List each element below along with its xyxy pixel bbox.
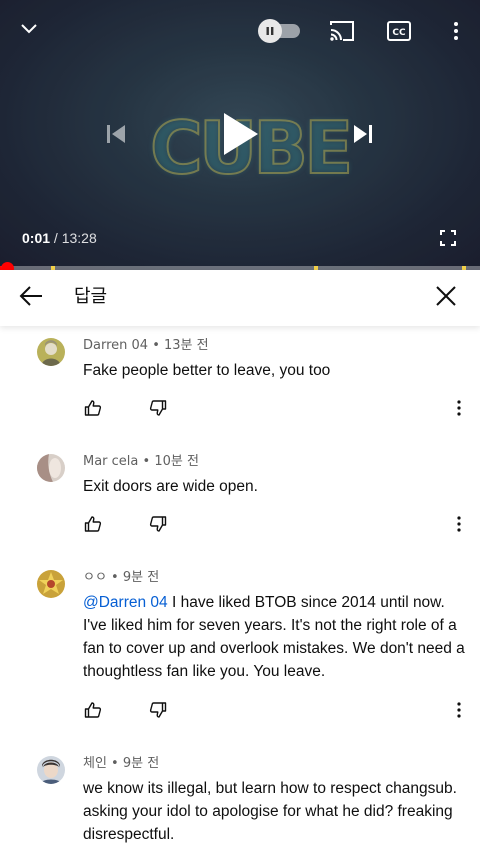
meta-separator: • — [106, 570, 123, 585]
svg-text:CC: CC — [392, 28, 406, 38]
play-icon[interactable] — [210, 104, 270, 164]
more-vert-icon[interactable] — [444, 14, 468, 48]
reply-meta: 체인 • 9분 전 — [83, 755, 159, 773]
thumb-up-icon[interactable] — [82, 513, 104, 535]
fullscreen-icon[interactable] — [434, 224, 462, 252]
avatar[interactable] — [37, 570, 65, 598]
reply-time: 13분 전 — [164, 338, 209, 353]
meta-separator: • — [138, 454, 155, 469]
thumb-down-icon[interactable] — [147, 513, 169, 535]
author-name[interactable]: ㅇㅇ — [83, 570, 107, 585]
author-name[interactable]: Mar cela — [83, 454, 138, 469]
current-time: 0:01 — [22, 230, 51, 246]
meta-separator: • — [106, 756, 123, 771]
reply-text: we know its illegal, but learn how to re… — [83, 777, 467, 846]
reply-time: 10분 전 — [154, 454, 199, 469]
duration: 13:28 — [61, 230, 97, 246]
closed-captions-icon[interactable]: CC — [384, 16, 414, 46]
chevron-down-icon[interactable] — [14, 14, 44, 44]
meta-separator: • — [148, 338, 165, 353]
video-player[interactable]: CUBE CC 0:01 / 13:28 — [0, 0, 480, 270]
reply-item: 체인 • 9분 전 we know its illegal, but learn… — [0, 744, 480, 853]
author-name[interactable]: 체인 — [83, 756, 107, 771]
reply-meta: Darren 04 • 13분 전 — [83, 337, 209, 355]
more-vert-icon[interactable] — [448, 397, 470, 419]
pause-icon — [258, 19, 282, 43]
reply-item: Darren 04 • 13분 전 Fake people better to … — [0, 326, 480, 442]
scrubber-handle[interactable] — [1, 262, 14, 270]
reply-body: Fake people better to leave, you too — [83, 362, 331, 379]
reply-item: ㅇㅇ • 9분 전 @Darren 04 I have liked BTOB s… — [0, 558, 480, 744]
replies-title: 답글 — [74, 286, 108, 307]
reply-text: @Darren 04 I have liked BTOB since 2014 … — [83, 591, 467, 683]
more-vert-icon[interactable] — [448, 513, 470, 535]
skip-next-icon[interactable] — [345, 116, 381, 152]
reply-item: Mar cela • 10분 전 Exit doors are wide ope… — [0, 442, 480, 558]
avatar[interactable] — [37, 756, 65, 784]
replies-header: 답글 — [0, 270, 480, 326]
reply-text: Fake people better to leave, you too — [83, 359, 467, 382]
thumb-up-icon[interactable] — [82, 397, 104, 419]
back-arrow-icon[interactable] — [18, 284, 48, 312]
reply-meta: ㅇㅇ • 9분 전 — [83, 569, 159, 587]
author-name[interactable]: Darren 04 — [83, 338, 148, 353]
reply-text: Exit doors are wide open. — [83, 475, 467, 498]
avatar[interactable] — [37, 454, 65, 482]
close-icon[interactable] — [434, 284, 462, 312]
reply-body: Exit doors are wide open. — [83, 478, 258, 495]
reply-body: we know its illegal, but learn how to re… — [83, 780, 457, 843]
more-vert-icon[interactable] — [448, 699, 470, 721]
thumb-down-icon[interactable] — [147, 699, 169, 721]
cast-icon[interactable] — [326, 16, 358, 46]
time-separator: / — [50, 230, 62, 246]
skip-previous-icon[interactable] — [98, 116, 134, 152]
autoplay-toggle[interactable] — [258, 18, 302, 44]
reply-time: 9분 전 — [122, 570, 160, 585]
thumb-up-icon[interactable] — [82, 699, 104, 721]
mention-link[interactable]: @Darren 04 — [83, 594, 168, 611]
thumb-down-icon[interactable] — [147, 397, 169, 419]
reply-meta: Mar cela • 10분 전 — [83, 453, 199, 471]
time-display: 0:01 / 13:28 — [22, 226, 97, 250]
reply-time: 9분 전 — [122, 756, 160, 771]
avatar[interactable] — [37, 338, 65, 366]
